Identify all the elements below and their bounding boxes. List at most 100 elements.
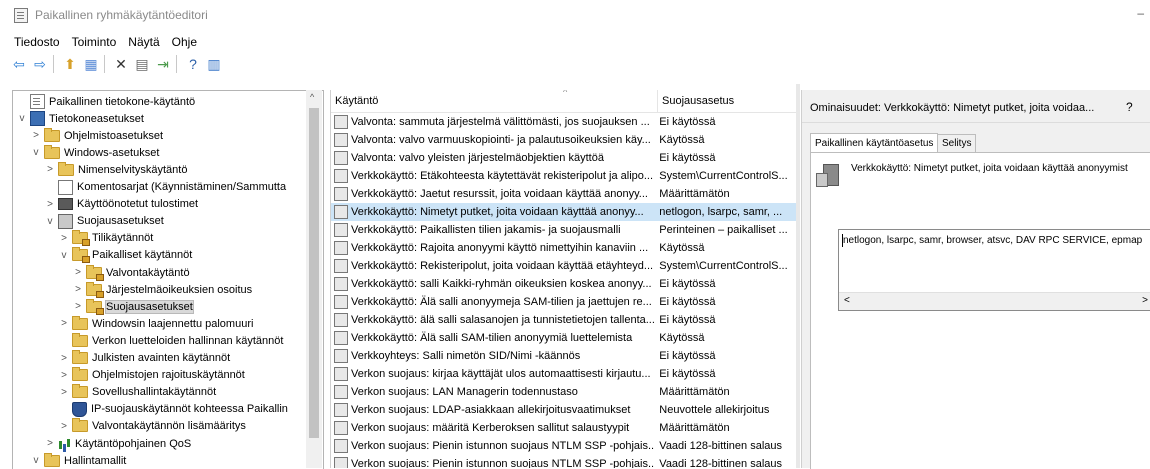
tree-item[interactable]: Komentosarjat (Käynnistäminen/Sammutta <box>45 179 286 196</box>
scroll-right-icon[interactable]: > <box>1142 295 1148 306</box>
tree-item[interactable]: v Paikalliset käytännöt <box>59 247 192 264</box>
collapsed-chevron-icon[interactable]: > <box>45 199 55 210</box>
policy-setting-icon <box>334 403 348 417</box>
tree-scrollbar[interactable]: ^ <box>306 90 322 468</box>
collapsed-chevron-icon[interactable]: > <box>45 164 55 175</box>
collapsed-chevron-icon[interactable]: > <box>45 438 55 449</box>
list-row[interactable]: Verkon suojaus: LAN Managerin todennusta… <box>331 383 797 401</box>
tree-item[interactable]: IP-suojauskäytännöt kohteessa Paikallin <box>59 401 288 418</box>
properties-icon[interactable]: ▤ <box>133 55 151 73</box>
folder-icon <box>72 332 88 347</box>
list-row[interactable]: Verkon suojaus: määritä Kerberoksen sall… <box>331 419 797 437</box>
collapsed-chevron-icon[interactable]: > <box>59 318 69 329</box>
menu-item-1[interactable]: Toiminto <box>70 35 119 49</box>
collapsed-chevron-icon[interactable]: > <box>31 130 41 141</box>
back-icon[interactable]: ⇦ <box>10 55 28 73</box>
expanded-chevron-icon[interactable]: v <box>45 216 55 227</box>
tree-item[interactable]: > Järjestelmäoikeuksien osoitus <box>73 281 252 298</box>
tree-item[interactable]: > Käyttöönotetut tulostimet <box>45 196 198 213</box>
tree-item[interactable]: > Suojausasetukset <box>73 298 194 315</box>
menu-item-0[interactable]: Tiedosto <box>12 35 62 49</box>
expanded-chevron-icon[interactable]: v <box>17 113 27 124</box>
tree-item[interactable]: v Suojausasetukset <box>45 213 164 230</box>
list-row[interactable]: Verkkokäyttö: Nimetyt putket, joita void… <box>331 203 797 221</box>
list-row[interactable]: Verkkokäyttö: Etäkohteesta käytettävät r… <box>331 167 797 185</box>
collapsed-chevron-icon[interactable]: > <box>59 421 69 432</box>
collapsed-chevron-icon[interactable]: > <box>73 267 83 278</box>
delete-icon[interactable]: ✕ <box>112 55 130 73</box>
policy-setting-icon <box>334 331 348 345</box>
tree-item[interactable]: > Ohjelmistojen rajoituskäytännöt <box>59 367 245 384</box>
list-row[interactable]: Verkkokäyttö: Älä salli SAM-tilien anony… <box>331 329 797 347</box>
list-row[interactable]: Verkon suojaus: kirjaa käyttäjät ulos au… <box>331 365 797 383</box>
tree-item[interactable]: > Valvontakäytännön lisämääritys <box>59 418 246 435</box>
show-hide-tree-icon[interactable]: ▦ <box>82 55 100 73</box>
tab-explain[interactable]: Selitys <box>937 134 977 153</box>
horizontal-scrollbar[interactable]: < > <box>839 292 1150 310</box>
list-row[interactable]: Verkkokäyttö: älä salli salasanojen ja t… <box>331 311 797 329</box>
help-button[interactable]: ? <box>1126 100 1133 114</box>
list-row[interactable]: Verkkokäyttö: Rajoita anonyymi käyttö ni… <box>331 239 797 257</box>
menu-item-3[interactable]: Ohje <box>170 35 199 49</box>
filter-view-icon[interactable]: ▥ <box>205 55 223 73</box>
tab-local-setting[interactable]: Paikallinen käytäntöasetus <box>810 133 939 154</box>
tree-scroll-thumb[interactable] <box>309 108 319 438</box>
export-list-icon[interactable]: ⇥ <box>154 55 172 73</box>
pane-splitter[interactable] <box>796 84 800 468</box>
policy-setting-icon <box>334 259 348 273</box>
policy-name: Verkkokäyttö: Jaetut resurssit, joita vo… <box>351 188 648 200</box>
list-row[interactable]: Valvonta: sammuta järjestelmä välittömäs… <box>331 113 797 131</box>
tree-item-label: Käyttöönotetut tulostimet <box>77 198 199 211</box>
tree-item[interactable]: > Ohjelmistoasetukset <box>31 127 163 144</box>
tree-item[interactable]: v Windows-asetukset <box>31 144 159 161</box>
scroll-up-icon[interactable]: ^ <box>310 92 314 102</box>
collapsed-chevron-icon[interactable]: > <box>59 370 69 381</box>
tree-item[interactable]: > Windowsin laajennettu palomuuri <box>59 315 253 332</box>
policy-cell: Verkon suojaus: Pienin istunnon suojaus … <box>331 439 655 453</box>
scroll-left-icon[interactable]: < <box>844 295 850 306</box>
tree-item[interactable]: > Nimenselvityskäytäntö <box>45 161 187 178</box>
expanded-chevron-icon[interactable]: v <box>59 250 69 261</box>
console-tree[interactable]: Paikallinen tietokone-käytäntö v Tietokone… <box>12 90 324 469</box>
collapsed-chevron-icon[interactable]: > <box>73 301 83 312</box>
policy-list[interactable]: ^ Käytäntö Suojausasetus Valvonta: sammu… <box>330 90 797 468</box>
list-row[interactable]: Verkkokäyttö: Älä salli anonyymeja SAM-t… <box>331 293 797 311</box>
tree-item[interactable]: Verkon luetteloiden hallinnan käytännöt <box>59 332 283 349</box>
collapsed-chevron-icon[interactable]: > <box>73 284 83 295</box>
list-row[interactable]: Verkon suojaus: Pienin istunnon suojaus … <box>331 437 797 455</box>
tree-item[interactable]: > Valvontakäytäntö <box>73 264 190 281</box>
collapsed-chevron-icon[interactable]: > <box>59 353 69 364</box>
folder-icon <box>72 418 88 433</box>
list-row[interactable]: Verkkokäyttö: Rekisteripolut, joita void… <box>331 257 797 275</box>
tree-item[interactable]: Paikallinen tietokone-käytäntö <box>17 93 195 110</box>
setting-value: Käytössä <box>659 134 705 146</box>
column-header-setting[interactable]: Suojausasetus <box>662 95 734 107</box>
list-row[interactable]: Verkon suojaus: Pienin istunnon suojaus … <box>331 455 797 468</box>
tree-item[interactable]: > Julkisten avainten käytännöt <box>59 350 230 367</box>
column-divider[interactable] <box>657 90 658 112</box>
menu-item-2[interactable]: Näytä <box>126 35 161 49</box>
forward-icon[interactable]: ⇨ <box>31 55 49 73</box>
pipes-textarea[interactable]: netlogon, lsarpc, samr, browser, atsvc, … <box>838 229 1150 311</box>
collapsed-chevron-icon[interactable]: > <box>59 387 69 398</box>
list-row[interactable]: Valvonta: valvo varmuuskopiointi- ja pal… <box>331 131 797 149</box>
list-row[interactable]: Verkkokäyttö: salli Kaikki-ryhmän oikeuk… <box>331 275 797 293</box>
list-row[interactable]: Verkkoyhteys: Salli nimetön SID/Nimi -kä… <box>331 347 797 365</box>
expanded-chevron-icon[interactable]: v <box>31 147 41 158</box>
list-row[interactable]: Valvonta: valvo yleisten järjestelmäobje… <box>331 149 797 167</box>
tree-item[interactable]: v Hallintamallit <box>31 452 126 469</box>
tree-item[interactable]: > Sovellushallintakäytännöt <box>59 384 216 401</box>
tree-item[interactable]: > Tilikäytännöt <box>59 230 153 247</box>
help-icon[interactable]: ? <box>184 55 202 73</box>
list-row[interactable]: Verkkokäyttö: Paikallisten tilien jakami… <box>331 221 797 239</box>
list-row[interactable]: Verkkokäyttö: Jaetut resurssit, joita vo… <box>331 185 797 203</box>
list-row[interactable]: Verkon suojaus: LDAP-asiakkaan allekirjo… <box>331 401 797 419</box>
setting-value: Käytössä <box>659 242 705 254</box>
column-header-policy[interactable]: Käytäntö <box>335 95 378 107</box>
tree-item[interactable]: > Käytäntöpohjainen QoS <box>45 435 191 452</box>
up-folder-icon[interactable]: ⬆ <box>61 55 79 73</box>
expanded-chevron-icon[interactable]: v <box>31 455 41 466</box>
tree-item[interactable]: v Tietokoneasetukset <box>17 110 144 127</box>
minimize-button[interactable]: – <box>1137 6 1144 20</box>
collapsed-chevron-icon[interactable]: > <box>59 233 69 244</box>
